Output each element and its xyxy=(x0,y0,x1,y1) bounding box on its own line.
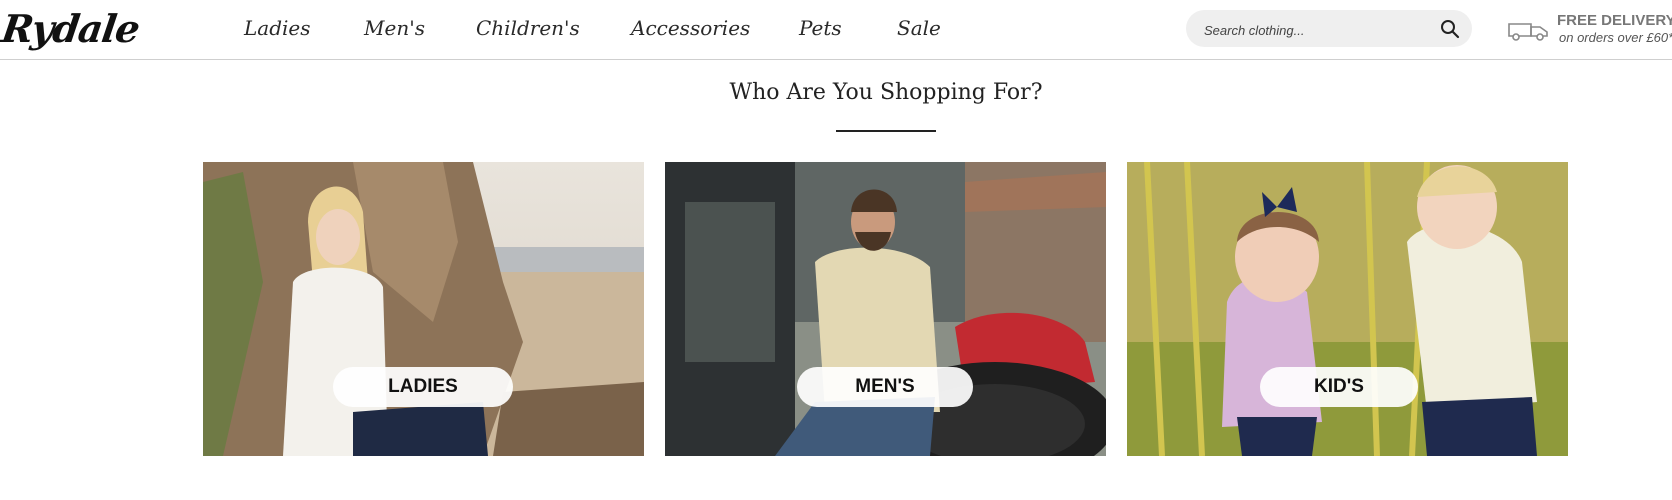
delivery-subtitle: on orders over £60* xyxy=(1559,30,1672,45)
ladies-photo xyxy=(203,162,644,456)
site-header: Rydale Ladies Men's Children's Accessori… xyxy=(0,0,1672,60)
nav-item-accessories[interactable]: Accessories xyxy=(631,16,750,40)
card-label-kids[interactable]: KID'S xyxy=(1260,367,1418,407)
title-underline xyxy=(836,130,936,132)
search-icon xyxy=(1441,20,1460,39)
search-input[interactable] xyxy=(1202,19,1436,41)
nav-item-childrens[interactable]: Children's xyxy=(476,16,580,40)
nav-item-pets[interactable]: Pets xyxy=(799,16,842,40)
category-card-mens[interactable]: MEN'S xyxy=(665,162,1106,456)
nav-item-mens[interactable]: Men's xyxy=(364,16,425,40)
category-card-kids[interactable]: KID'S xyxy=(1127,162,1568,456)
nav-item-ladies[interactable]: Ladies xyxy=(244,16,311,40)
delivery-title: FREE DELIVERY xyxy=(1557,12,1672,29)
category-card-ladies[interactable]: LADIES xyxy=(203,162,644,456)
free-delivery-banner[interactable]: FREE DELIVERY on orders over £60* xyxy=(1507,10,1672,50)
mens-photo xyxy=(665,162,1106,456)
kids-photo xyxy=(1127,162,1568,456)
van-icon xyxy=(1508,23,1548,41)
section-title: Who Are You Shopping For? xyxy=(729,80,1043,105)
search-box xyxy=(1186,10,1472,47)
card-label-ladies[interactable]: LADIES xyxy=(333,367,513,407)
nav-item-sale[interactable]: Sale xyxy=(897,16,941,40)
search-button[interactable] xyxy=(1440,19,1460,39)
brand-logo[interactable]: Rydale xyxy=(0,6,142,51)
card-label-mens[interactable]: MEN'S xyxy=(797,367,973,407)
